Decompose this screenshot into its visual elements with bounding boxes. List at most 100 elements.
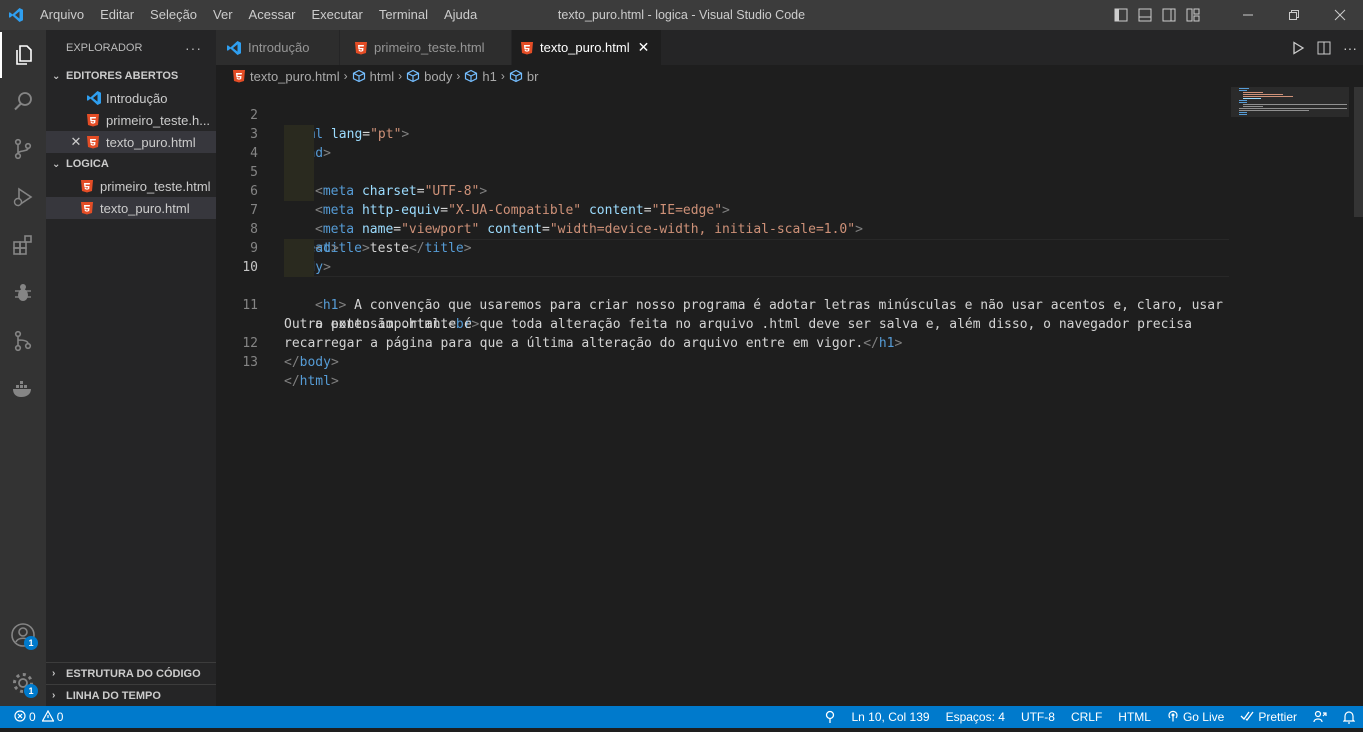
indent-guide bbox=[284, 125, 314, 144]
open-editor-primeiro-teste[interactable]: primeiro_teste.h... bbox=[46, 109, 216, 131]
menu-acessar[interactable]: Acessar bbox=[241, 0, 304, 30]
breadcrumb-label: br bbox=[526, 68, 539, 84]
more-actions-icon[interactable]: ··· bbox=[185, 40, 202, 56]
open-editor-label: Introdução bbox=[106, 90, 168, 106]
menu-editar[interactable]: Editar bbox=[92, 0, 142, 30]
indent-guide bbox=[284, 182, 314, 201]
html5-file-icon bbox=[520, 41, 534, 55]
open-editor-introducao[interactable]: Introdução bbox=[46, 87, 216, 109]
timeline-header[interactable]: › LINHA DO TEMPO bbox=[46, 684, 216, 706]
line-number: 13 bbox=[242, 355, 258, 370]
error-icon bbox=[14, 709, 26, 725]
editor-scrollbar[interactable] bbox=[1354, 87, 1363, 217]
vscode-logo-icon bbox=[0, 0, 32, 30]
manage-gear-icon[interactable]: 1 bbox=[0, 660, 46, 706]
code-line: 10 <h1> A convenção que usaremos para cr… bbox=[216, 239, 1231, 313]
chevron-right-icon: › bbox=[398, 69, 403, 83]
breadcrumb-body[interactable]: body › bbox=[406, 69, 464, 84]
breadcrumb-label: h1 bbox=[482, 68, 497, 84]
menu-executar[interactable]: Executar bbox=[304, 0, 371, 30]
menu-ver[interactable]: Ver bbox=[205, 0, 241, 30]
close-icon[interactable]: ✕ bbox=[66, 134, 86, 150]
split-editor-icon[interactable] bbox=[1311, 30, 1337, 65]
toggle-sidebar-icon[interactable] bbox=[1109, 0, 1133, 30]
more-actions-icon[interactable]: ··· bbox=[1337, 30, 1363, 65]
html5-file-icon bbox=[80, 201, 100, 215]
extensions-icon[interactable] bbox=[0, 222, 46, 268]
search-icon[interactable] bbox=[0, 78, 46, 124]
symbol-element-icon bbox=[352, 69, 366, 83]
close-window-icon[interactable] bbox=[1317, 0, 1363, 30]
file-label: primeiro_teste.html bbox=[100, 178, 211, 194]
prettier-label: Prettier bbox=[1258, 710, 1297, 724]
testing-icon[interactable] bbox=[0, 270, 46, 316]
html5-file-icon bbox=[86, 113, 106, 127]
code-line: 4 <meta charset="UTF-8"> bbox=[216, 125, 1231, 199]
warning-count: 0 bbox=[56, 710, 64, 724]
menu-selecao[interactable]: Seleção bbox=[142, 0, 205, 30]
toggle-panel-icon[interactable] bbox=[1133, 0, 1157, 30]
symbol-element-icon bbox=[509, 69, 523, 83]
open-editors-header[interactable]: ⌄ EDITORES ABERTOS bbox=[46, 65, 216, 87]
outline-label: ESTRUTURA DO CÓDIGO bbox=[66, 667, 201, 680]
account-icon[interactable]: 1 bbox=[0, 612, 46, 658]
minimap[interactable] bbox=[1231, 87, 1349, 706]
breadcrumb-br[interactable]: br bbox=[509, 68, 539, 84]
code-line: 9 <body> bbox=[216, 220, 1231, 275]
indent-guide bbox=[284, 258, 314, 277]
encoding-status[interactable]: UTF-8 bbox=[1013, 706, 1063, 728]
minimize-icon[interactable] bbox=[1225, 0, 1271, 30]
breadcrumb-html[interactable]: html › bbox=[352, 69, 407, 84]
run-debug-icon[interactable] bbox=[0, 174, 46, 220]
language-mode[interactable]: HTML bbox=[1110, 706, 1159, 728]
eol-status[interactable]: CRLF bbox=[1063, 706, 1110, 728]
open-editors-label: EDITORES ABERTOS bbox=[66, 70, 179, 82]
code-editor[interactable]: 2 <html lang="pt"> 3 <head> 4 <meta char… bbox=[216, 87, 1231, 706]
explorer-icon[interactable] bbox=[0, 32, 46, 78]
menu-terminal[interactable]: Terminal bbox=[371, 0, 436, 30]
chevron-right-icon: › bbox=[500, 69, 505, 83]
prettier-status[interactable]: Prettier bbox=[1232, 706, 1305, 728]
breadcrumb-h1[interactable]: h1 › bbox=[464, 69, 508, 84]
git-graph-icon[interactable] bbox=[0, 318, 46, 364]
tab-introducao[interactable]: Introdução bbox=[216, 30, 340, 65]
file-primeiro-teste[interactable]: primeiro_teste.html bbox=[46, 175, 216, 197]
code-line: recarregar a página para que a última al… bbox=[284, 336, 903, 351]
problems-status[interactable]: 0 0 bbox=[10, 706, 71, 728]
folder-logica-header[interactable]: ⌄ LOGICA bbox=[46, 153, 216, 175]
double-check-icon bbox=[1240, 710, 1254, 725]
tab-label: texto_puro.html bbox=[540, 40, 630, 55]
html5-file-icon bbox=[232, 69, 246, 83]
tab-texto-puro[interactable]: texto_puro.html ✕ bbox=[512, 30, 662, 65]
indent-guide bbox=[284, 163, 314, 182]
close-icon[interactable]: ✕ bbox=[638, 39, 650, 56]
restore-icon[interactable] bbox=[1271, 0, 1317, 30]
menu-ajuda[interactable]: Ajuda bbox=[436, 0, 485, 30]
customize-layout-icon[interactable] bbox=[1181, 0, 1205, 30]
notifications-bell-icon[interactable] bbox=[1335, 706, 1363, 728]
warning-icon bbox=[41, 709, 55, 725]
indent-guide bbox=[284, 239, 314, 258]
source-control-icon[interactable] bbox=[0, 126, 46, 172]
broadcast-icon bbox=[1167, 710, 1179, 725]
menu-arquivo[interactable]: Arquivo bbox=[32, 0, 92, 30]
location-icon[interactable] bbox=[816, 706, 844, 728]
file-label: texto_puro.html bbox=[100, 200, 190, 216]
open-editor-texto-puro[interactable]: ✕ texto_puro.html bbox=[46, 131, 216, 153]
outline-header[interactable]: › ESTRUTURA DO CÓDIGO bbox=[46, 662, 216, 684]
tab-primeiro-teste[interactable]: primeiro_teste.html bbox=[340, 30, 512, 65]
breadcrumb-label: html bbox=[369, 68, 395, 84]
vscode-file-icon bbox=[226, 40, 242, 56]
code-line: 3 <head> bbox=[216, 106, 1231, 161]
docker-icon[interactable] bbox=[0, 366, 46, 412]
indentation-status[interactable]: Espaços: 4 bbox=[938, 706, 1013, 728]
tab-label: Introdução bbox=[248, 40, 310, 55]
file-texto-puro[interactable]: texto_puro.html bbox=[46, 197, 216, 219]
feedback-icon[interactable] bbox=[1305, 706, 1335, 728]
toggle-secondary-sidebar-icon[interactable] bbox=[1157, 0, 1181, 30]
go-live-button[interactable]: Go Live bbox=[1159, 706, 1232, 728]
cursor-position[interactable]: Ln 10, Col 139 bbox=[844, 706, 938, 728]
breadcrumb-file[interactable]: texto_puro.html › bbox=[232, 69, 352, 84]
account-badge: 1 bbox=[24, 636, 38, 650]
run-icon[interactable] bbox=[1285, 30, 1311, 65]
